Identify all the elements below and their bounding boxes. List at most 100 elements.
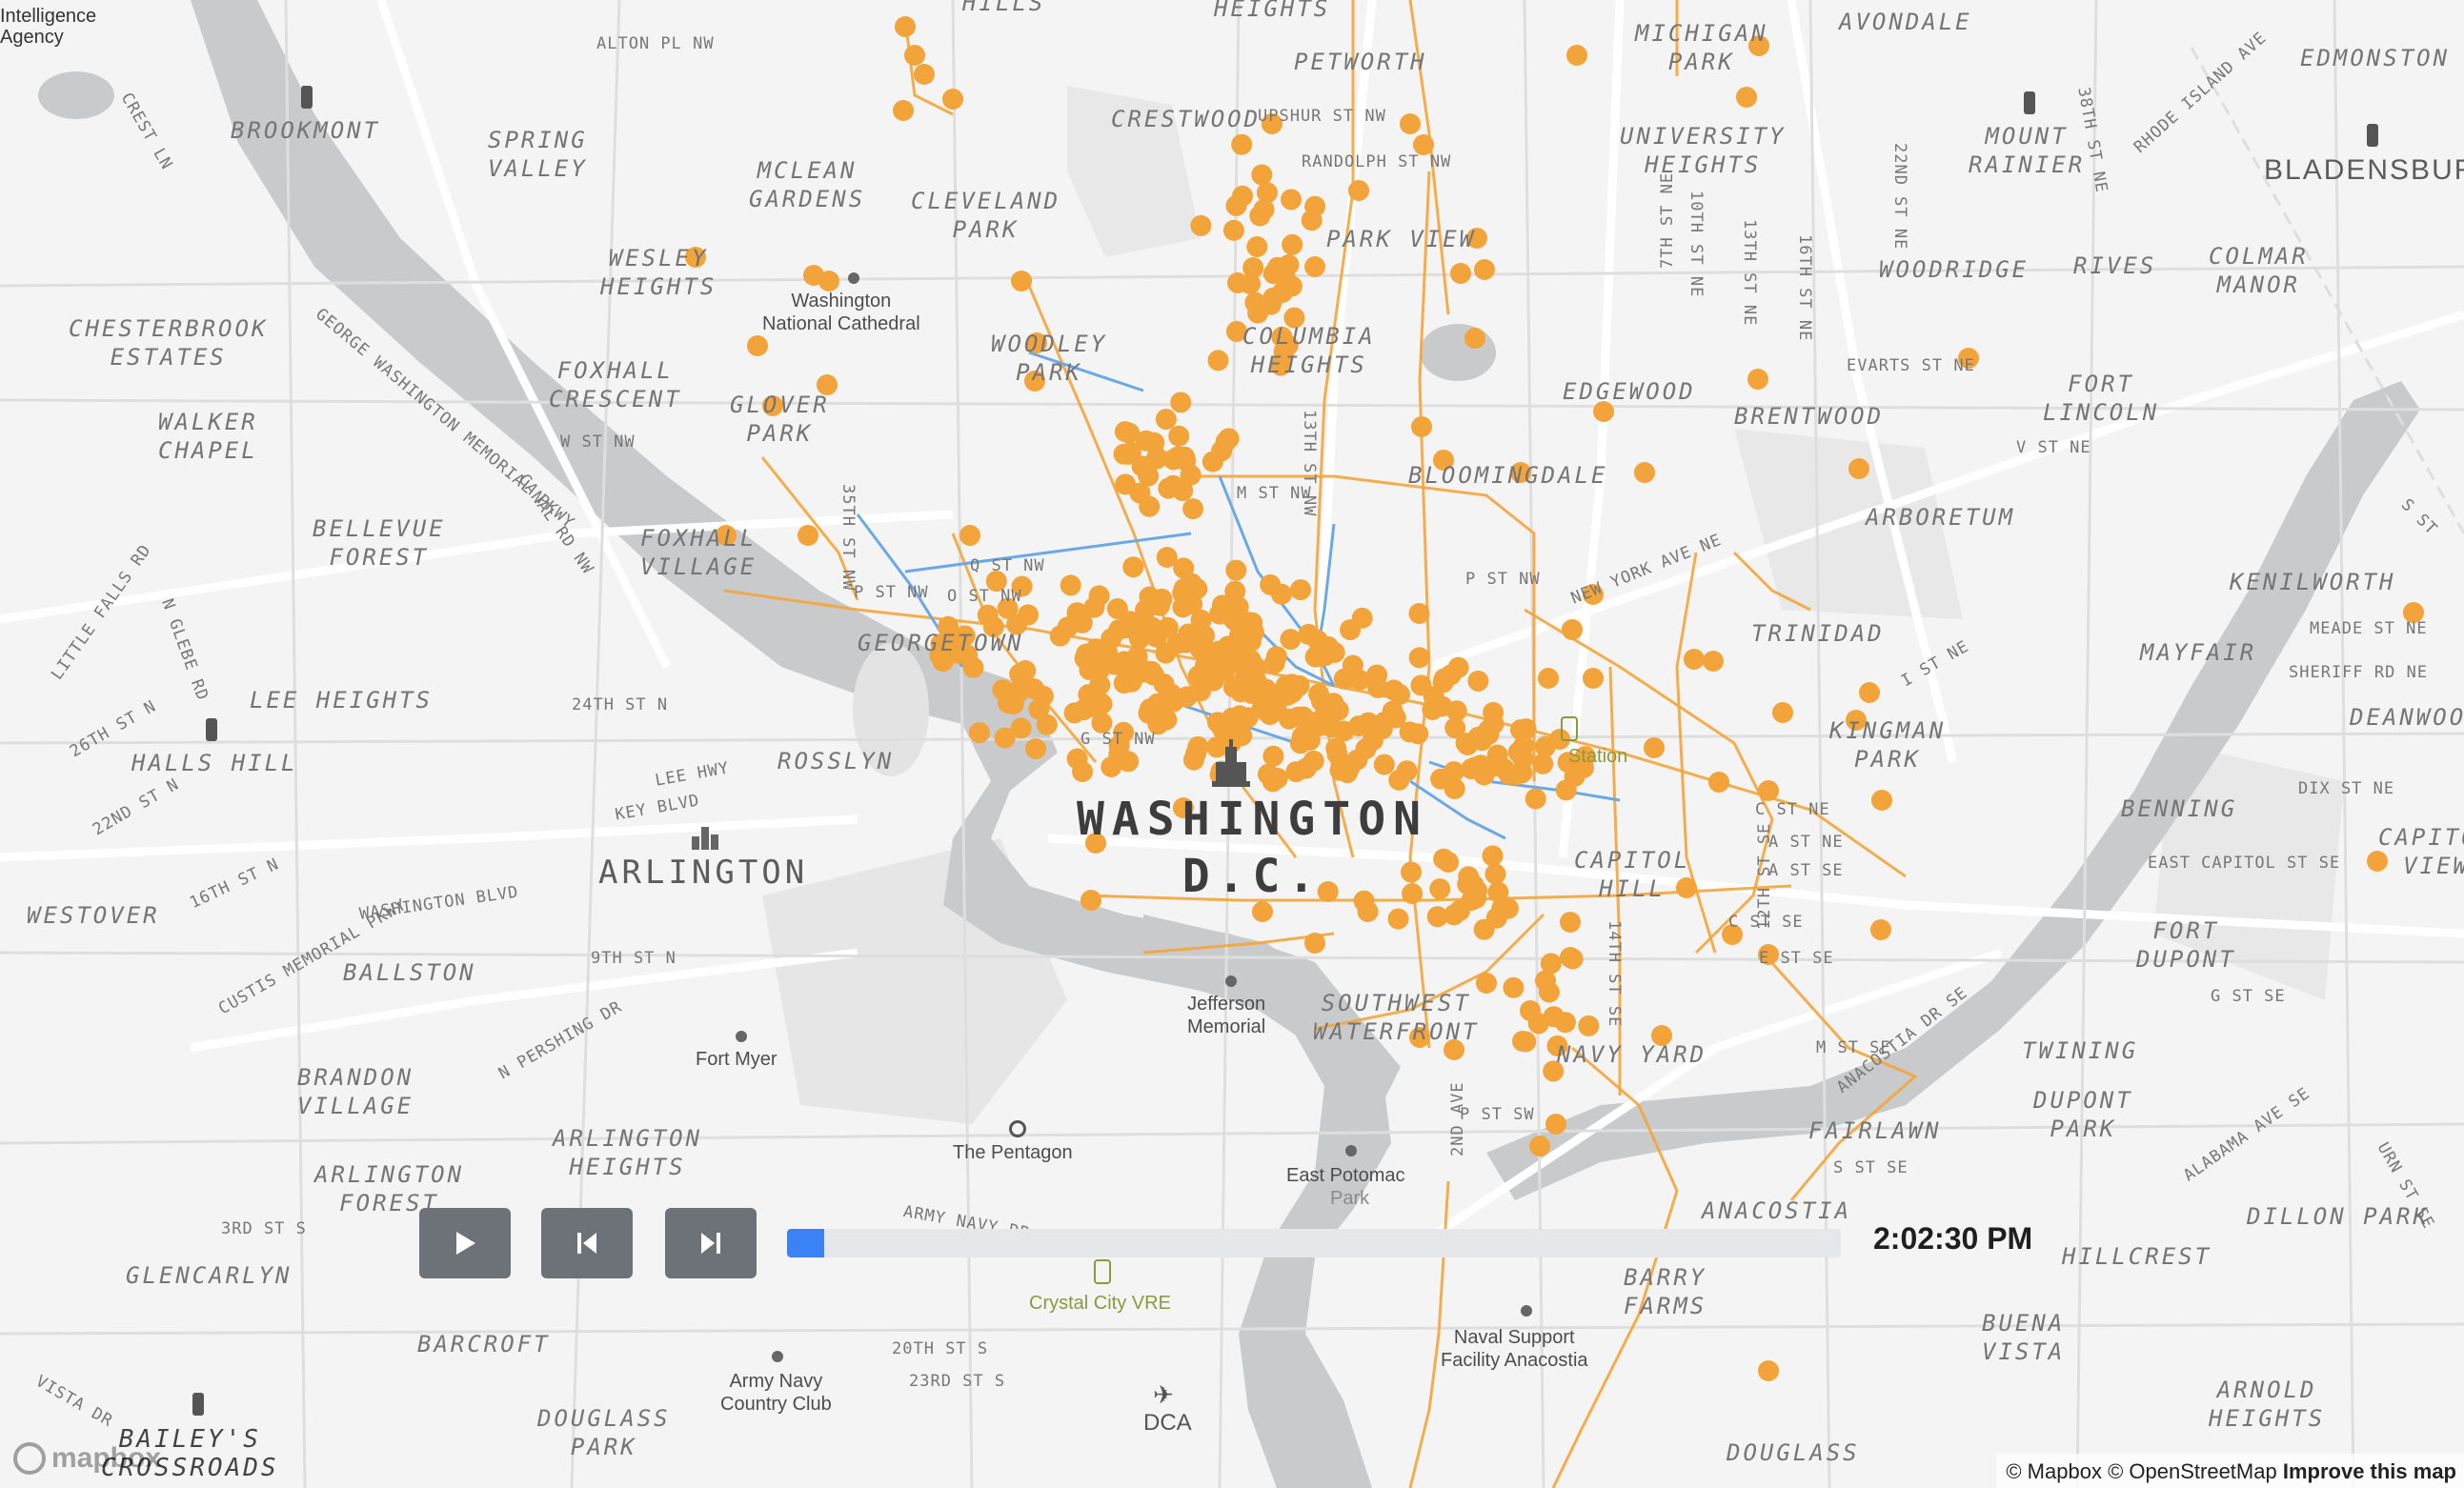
vehicle-stop-marker[interactable] [1225, 559, 1247, 581]
vehicle-stop-marker[interactable] [1348, 715, 1370, 737]
vehicle-stop-marker[interactable] [1871, 790, 1892, 811]
vehicle-stop-marker[interactable] [1634, 462, 1655, 483]
vehicle-stop-marker[interactable] [1240, 272, 1262, 294]
mapbox-attribution-link[interactable]: © Mapbox [2006, 1459, 2102, 1483]
vehicle-stop-marker[interactable] [1463, 875, 1484, 896]
vehicle-stop-marker[interactable] [1323, 641, 1345, 663]
vehicle-stop-marker[interactable] [1298, 623, 1320, 645]
vehicle-stop-marker[interactable] [1249, 205, 1271, 227]
vehicle-stop-marker[interactable] [1747, 369, 1768, 390]
vehicle-stop-marker[interactable] [1484, 863, 1506, 885]
vehicle-stop-marker[interactable] [904, 45, 925, 66]
vehicle-stop-marker[interactable] [1280, 629, 1302, 651]
vehicle-stop-marker[interactable] [1129, 482, 1151, 504]
vehicle-stop-marker[interactable] [1257, 182, 1278, 204]
vehicle-stop-marker[interactable] [1464, 328, 1485, 349]
vehicle-stop-marker[interactable] [1429, 878, 1451, 900]
vehicle-stop-marker[interactable] [1708, 772, 1729, 793]
vehicle-stop-marker[interactable] [1162, 449, 1184, 471]
vehicle-stop-marker[interactable] [1554, 1012, 1576, 1034]
vehicle-stop-marker[interactable] [1251, 164, 1273, 186]
vehicle-stop-marker[interactable] [1471, 730, 1493, 752]
vehicle-stop-marker[interactable] [1348, 180, 1369, 201]
vehicle-stop-marker[interactable] [1266, 768, 1288, 789]
vehicle-stop-marker[interactable] [1562, 619, 1583, 640]
vehicle-stop-marker[interactable] [1262, 287, 1284, 309]
vehicle-stop-marker[interactable] [1260, 573, 1282, 595]
vehicle-stop-marker[interactable] [1487, 881, 1509, 903]
vehicle-stop-marker[interactable] [1025, 738, 1046, 759]
vehicle-stop-marker[interactable] [1072, 761, 1093, 782]
vehicle-stop-marker[interactable] [1180, 464, 1202, 486]
vehicle-stop-marker[interactable] [1560, 912, 1581, 933]
vehicle-stop-marker[interactable] [1535, 970, 1556, 992]
vehicle-stop-marker[interactable] [1426, 906, 1448, 928]
vehicle-stop-marker[interactable] [1473, 918, 1495, 940]
vehicle-stop-marker[interactable] [1011, 271, 1032, 292]
vehicle-stop-marker[interactable] [1408, 603, 1430, 624]
vehicle-stop-marker[interactable] [1170, 392, 1192, 413]
vehicle-stop-marker[interactable] [1278, 254, 1300, 275]
vehicle-stop-marker[interactable] [1175, 632, 1197, 654]
vehicle-stop-marker[interactable] [1214, 660, 1236, 682]
vehicle-stop-marker[interactable] [1583, 668, 1604, 689]
vehicle-stop-marker[interactable] [1010, 717, 1032, 739]
vehicle-stop-marker[interactable] [1758, 1360, 1779, 1381]
vehicle-stop-marker[interactable] [1772, 702, 1793, 723]
vehicle-stop-marker[interactable] [914, 64, 935, 85]
vehicle-stop-marker[interactable] [998, 693, 1019, 714]
vehicle-stop-marker[interactable] [1304, 256, 1325, 277]
vehicle-stop-marker[interactable] [1400, 113, 1421, 134]
vehicle-stop-marker[interactable] [1018, 604, 1039, 626]
vehicle-stop-marker[interactable] [968, 722, 990, 744]
vehicle-stop-marker[interactable] [1507, 741, 1529, 763]
vehicle-stop-marker[interactable] [1281, 189, 1302, 211]
vehicle-stop-marker[interactable] [1278, 708, 1300, 730]
vehicle-stop-marker[interactable] [1859, 682, 1880, 703]
vehicle-stop-marker[interactable] [1085, 638, 1107, 660]
vehicle-stop-marker[interactable] [1182, 593, 1203, 615]
vehicle-stop-marker[interactable] [1060, 574, 1081, 596]
vehicle-stop-marker[interactable] [1467, 670, 1489, 692]
improve-map-link[interactable]: Improve this map [2283, 1459, 2456, 1483]
vehicle-stop-marker[interactable] [1408, 647, 1430, 669]
vehicle-stop-marker[interactable] [1119, 422, 1141, 444]
vehicle-stop-marker[interactable] [1450, 263, 1471, 284]
vehicle-stop-marker[interactable] [1525, 788, 1546, 810]
vehicle-stop-marker[interactable] [1493, 758, 1515, 780]
osm-attribution-link[interactable]: © OpenStreetMap [2108, 1459, 2277, 1483]
vehicle-stop-marker[interactable] [1383, 679, 1404, 701]
vehicle-stop-marker[interactable] [1182, 498, 1204, 520]
vehicle-stop-marker[interactable] [1225, 634, 1247, 656]
vehicle-stop-marker[interactable] [1241, 683, 1262, 705]
vehicle-stop-marker[interactable] [1262, 745, 1284, 767]
vehicle-stop-marker[interactable] [1281, 275, 1303, 297]
vehicle-stop-marker[interactable] [1036, 714, 1058, 735]
vehicle-stop-marker[interactable] [1247, 302, 1269, 324]
vehicle-stop-marker[interactable] [1130, 613, 1152, 634]
vehicle-stop-marker[interactable] [1407, 723, 1429, 745]
vehicle-stop-marker[interactable] [1684, 649, 1705, 670]
vehicle-stop-marker[interactable] [1758, 780, 1779, 801]
vehicle-stop-marker[interactable] [1237, 707, 1259, 729]
vehicle-stop-marker[interactable] [1304, 195, 1326, 217]
play-button[interactable] [419, 1208, 511, 1278]
vehicle-stop-marker[interactable] [1703, 651, 1724, 672]
vehicle-stop-marker[interactable] [1870, 919, 1891, 940]
vehicle-stop-marker[interactable] [895, 16, 916, 37]
vehicle-stop-marker[interactable] [1545, 1114, 1566, 1135]
vehicle-stop-marker[interactable] [1387, 908, 1409, 930]
step-forward-button[interactable] [665, 1208, 757, 1278]
vehicle-stop-marker[interactable] [1245, 657, 1267, 679]
vehicle-stop-marker[interactable] [1289, 733, 1311, 754]
vehicle-stop-marker[interactable] [1282, 681, 1303, 703]
vehicle-stop-marker[interactable] [1520, 1000, 1541, 1021]
vehicle-stop-marker[interactable] [1122, 556, 1144, 578]
vehicle-stop-marker[interactable] [1108, 619, 1130, 641]
vehicle-stop-marker[interactable] [798, 525, 818, 546]
vehicle-stop-marker[interactable] [1282, 233, 1303, 255]
vehicle-stop-marker[interactable] [1231, 133, 1253, 155]
vehicle-stop-marker[interactable] [1443, 761, 1464, 783]
vehicle-stop-marker[interactable] [1126, 646, 1148, 668]
vehicle-stop-marker[interactable] [1396, 760, 1418, 782]
